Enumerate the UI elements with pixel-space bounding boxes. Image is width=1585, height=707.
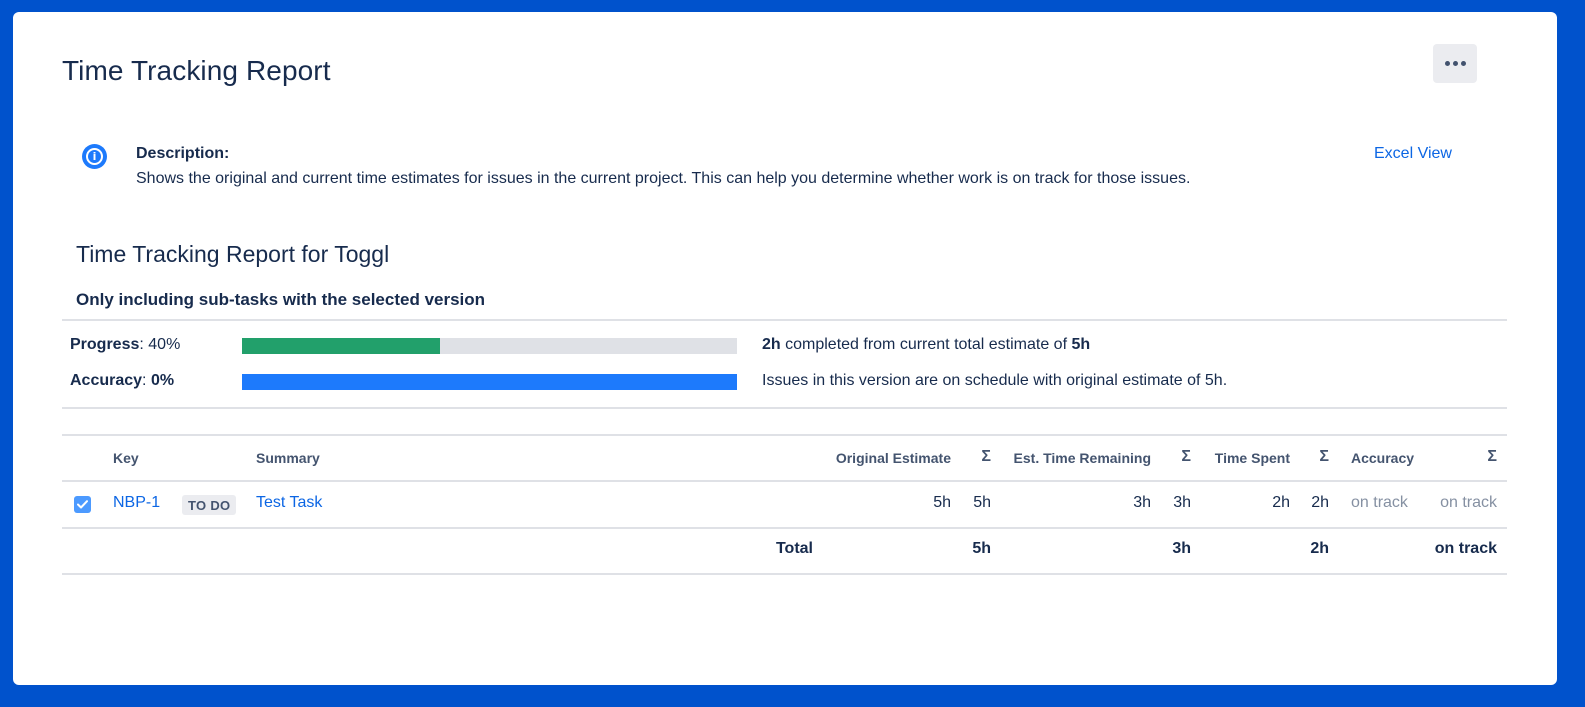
- divider: [62, 480, 1507, 482]
- column-header-time-spent[interactable]: Time Spent: [1203, 450, 1290, 466]
- info-icon: i: [82, 144, 107, 169]
- issue-key-link[interactable]: NBP-1: [113, 494, 160, 512]
- report-subtitle: Only including sub-tasks with the select…: [76, 290, 486, 309]
- divider: [62, 434, 1507, 436]
- cell-original-estimate-sum: 5h: [973, 494, 991, 511]
- accuracy-bar-fill: [242, 374, 737, 390]
- check-icon: [77, 500, 88, 509]
- divider: [62, 573, 1507, 575]
- cell-time-spent-sum: 2h: [1311, 494, 1329, 511]
- more-horizontal-icon: [1444, 61, 1450, 66]
- progress-label: Progress: 40%: [70, 336, 181, 353]
- status-badge: TO DO: [182, 495, 237, 515]
- divider: [62, 407, 1507, 409]
- total-time-spent: 2h: [1310, 540, 1329, 557]
- progress-text: 2h completed from current total estimate…: [762, 336, 1091, 353]
- accuracy-text: Issues in this version are on schedule w…: [762, 372, 1228, 389]
- total-accuracy: on track: [1434, 540, 1497, 557]
- report-card: Time Tracking Report i Description: Show…: [13, 12, 1557, 685]
- column-header-est-time-remaining[interactable]: Est. Time Remaining: [998, 450, 1151, 466]
- cell-original-estimate: 5h: [933, 494, 951, 511]
- accuracy-label: Accuracy: 0%: [70, 372, 175, 389]
- cell-remaining-sum: 3h: [1173, 494, 1191, 511]
- excel-view-link[interactable]: Excel View: [1374, 145, 1452, 163]
- sigma-icon: Σ: [981, 448, 991, 465]
- description-text: Shows the original and current time esti…: [136, 170, 1191, 187]
- report-title: Time Tracking Report for Toggl: [76, 241, 390, 267]
- more-actions-button[interactable]: [1433, 44, 1477, 83]
- sigma-icon: Σ: [1319, 448, 1329, 465]
- total-original-estimate: 5h: [972, 540, 991, 557]
- column-header-original-estimate[interactable]: Original Estimate: [793, 450, 951, 466]
- column-header-accuracy[interactable]: Accuracy: [1351, 450, 1414, 466]
- divider: [62, 319, 1507, 321]
- accuracy-value: 0%: [150, 372, 175, 389]
- progress-bar-fill: [242, 338, 440, 354]
- sigma-icon: Σ: [1181, 448, 1191, 465]
- cell-accuracy: on track: [1351, 494, 1408, 511]
- progress-bar: [242, 338, 737, 354]
- divider: [62, 527, 1507, 529]
- cell-remaining: 3h: [1133, 494, 1151, 511]
- page-title: Time Tracking Report: [62, 55, 331, 86]
- progress-value: 40%: [148, 336, 181, 353]
- issue-summary-link[interactable]: Test Task: [256, 494, 322, 512]
- sigma-icon: Σ: [1487, 448, 1497, 465]
- total-label: Total: [775, 540, 813, 557]
- accuracy-bar: [242, 374, 737, 390]
- description-label: Description:: [136, 145, 230, 162]
- cell-time-spent: 2h: [1272, 494, 1290, 511]
- column-header-summary[interactable]: Summary: [256, 450, 320, 466]
- column-header-key[interactable]: Key: [113, 450, 139, 466]
- cell-accuracy-sum: on track: [1440, 494, 1497, 511]
- row-checkbox[interactable]: [74, 496, 91, 513]
- total-remaining: 3h: [1172, 540, 1191, 557]
